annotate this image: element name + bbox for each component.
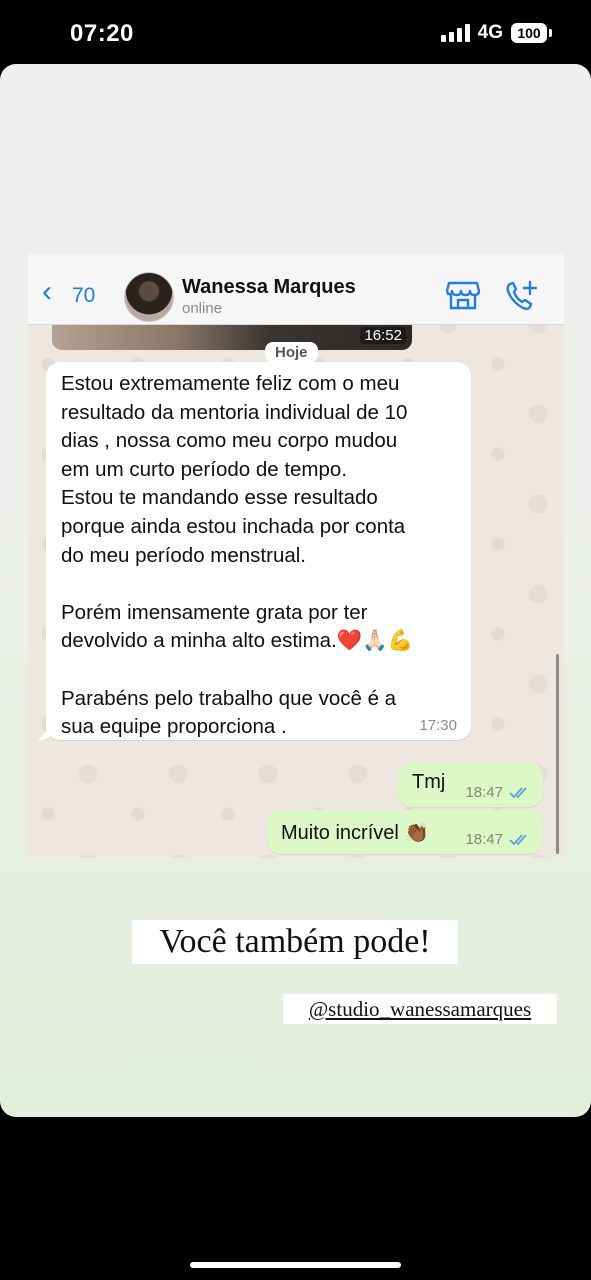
read-receipt-icon: [509, 834, 527, 846]
scroll-indicator[interactable]: [556, 654, 559, 854]
incoming-message-bubble[interactable]: Estou extremamente feliz com o meu resul…: [46, 362, 471, 740]
back-unread-count[interactable]: 70: [72, 284, 95, 308]
outgoing-message-text: Tmj: [412, 771, 446, 793]
outgoing-message-bubble[interactable]: Tmj 18:47: [398, 763, 543, 807]
contact-name[interactable]: Wanessa Marques: [182, 276, 356, 299]
contact-status: online: [182, 300, 223, 317]
network-label: 4G: [477, 22, 503, 43]
outgoing-message-time: 18:47: [465, 784, 503, 801]
story-card: 16:52 ‹ 70 Wanessa Marques online Hoje E…: [0, 64, 591, 1117]
signal-icon: [440, 24, 470, 42]
outgoing-message-text: Muito incrível 👏🏾: [281, 822, 430, 844]
media-timestamp: 16:52: [360, 327, 406, 344]
battery-icon: 100: [511, 23, 552, 43]
outgoing-message-time: 18:47: [465, 831, 503, 848]
day-separator: Hoje: [265, 342, 318, 363]
status-bar: 07:20 4G 100: [0, 0, 591, 64]
back-chevron-icon[interactable]: ‹: [42, 277, 52, 307]
avatar[interactable]: [124, 272, 174, 322]
storefront-icon[interactable]: [446, 280, 480, 310]
story-mention[interactable]: @studio_wanessamarques: [283, 994, 557, 1024]
add-call-icon[interactable]: [504, 280, 540, 312]
status-time: 07:20: [70, 20, 134, 47]
incoming-message-text: Estou extremamente feliz com o meu resul…: [61, 372, 414, 739]
outgoing-message-bubble[interactable]: Muito incrível 👏🏾 18:47: [267, 810, 543, 854]
story-caption: Você também pode!: [132, 920, 458, 964]
incoming-message-time: 17:30: [419, 717, 457, 734]
home-indicator[interactable]: [190, 1262, 401, 1268]
status-indicators: 4G 100: [440, 22, 552, 44]
chat-header: ‹ 70 Wanessa Marques online: [28, 254, 564, 325]
previous-image-message[interactable]: 16:52: [52, 324, 412, 350]
chat-screenshot: 16:52 ‹ 70 Wanessa Marques online Hoje E…: [28, 254, 564, 858]
read-receipt-icon: [509, 787, 527, 799]
